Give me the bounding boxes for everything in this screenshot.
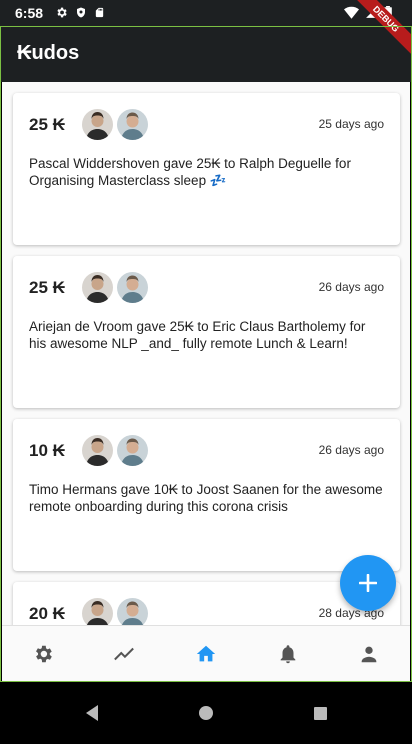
giver-avatar: [82, 109, 113, 140]
home-system-button[interactable]: [191, 698, 221, 728]
signal-icon: [366, 7, 377, 18]
kudos-time-ago: 26 days ago: [318, 443, 384, 457]
kudos-amount: 25 ₭: [29, 115, 65, 134]
app-bar: ₭udos: [0, 26, 412, 82]
kudos-list[interactable]: 25 ₭ 25 days ago Pascal Widdershoven gav…: [2, 82, 410, 625]
nav-settings[interactable]: [23, 634, 63, 674]
receiver-avatar: [117, 272, 148, 303]
recents-square-icon: [313, 706, 327, 720]
nav-home[interactable]: [186, 634, 226, 674]
home-circle-icon: [199, 706, 213, 720]
system-navigation-bar: [0, 682, 412, 744]
kudos-card[interactable]: 25 ₭ 25 days ago Pascal Widdershoven gav…: [13, 93, 400, 245]
back-button[interactable]: [77, 698, 107, 728]
back-triangle-icon: [86, 705, 98, 721]
bottom-navigation: [2, 625, 410, 681]
kudos-amount: 10 ₭: [29, 441, 65, 460]
trending-icon: [114, 647, 135, 660]
home-icon: [196, 645, 216, 661]
kudos-time-ago: 25 days ago: [318, 117, 384, 131]
kudos-card[interactable]: 10 ₭ 26 days ago Timo Hermans gave 10₭ t…: [13, 419, 400, 571]
kudos-message: Timo Hermans gave 10₭ to Joost Saanen fo…: [29, 482, 383, 514]
nav-notifications[interactable]: [268, 634, 308, 674]
recents-button[interactable]: [305, 698, 335, 728]
status-bar: 6:58: [0, 0, 412, 26]
gear-icon: [57, 7, 67, 18]
receiver-avatar: [117, 435, 148, 466]
wifi-icon: [344, 6, 359, 19]
nav-statistics[interactable]: [104, 634, 144, 674]
settings-icon: [35, 645, 52, 662]
nav-profile[interactable]: [349, 634, 389, 674]
giver-avatar: [82, 272, 113, 303]
status-time: 6:58: [15, 5, 44, 21]
sd-card-icon: [95, 7, 104, 18]
kudos-card[interactable]: 25 ₭ 26 days ago Ariejan de Vroom gave 2…: [13, 256, 400, 408]
app-title: ₭udos: [17, 42, 80, 64]
kudos-amount: 20 ₭: [29, 604, 65, 623]
notifications-icon: [280, 644, 295, 663]
receiver-avatar: [117, 109, 148, 140]
receiver-avatar: [117, 598, 148, 625]
giver-avatar: [82, 598, 113, 625]
plus-icon: [359, 574, 377, 592]
kudos-time-ago: 26 days ago: [318, 280, 384, 294]
kudos-message: Ariejan de Vroom gave 25₭ to Eric Claus …: [29, 319, 366, 351]
add-kudos-button[interactable]: [340, 555, 396, 611]
battery-icon: [384, 6, 392, 20]
shield-icon: [77, 7, 85, 18]
profile-icon: [361, 646, 377, 662]
kudos-message: Pascal Widdershoven gave 25₭ to Ralph De…: [29, 156, 351, 188]
kudos-amount: 25 ₭: [29, 278, 65, 297]
giver-avatar: [82, 435, 113, 466]
